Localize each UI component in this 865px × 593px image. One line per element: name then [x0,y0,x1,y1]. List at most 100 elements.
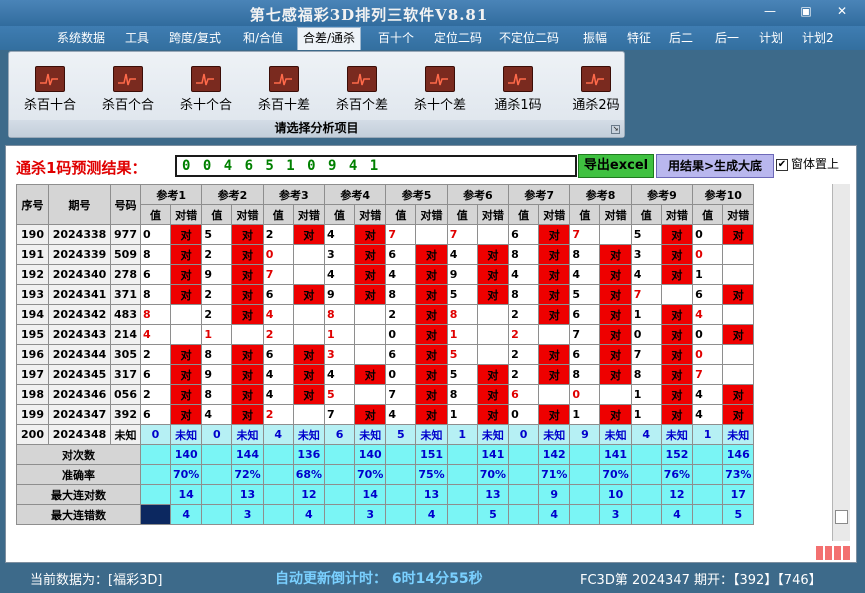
table-row[interactable]: 194 2024342 483 8 2 对 4 8 2 对 8 2 对 6 对 1 对 4 [16,304,755,325]
row-number: 278 [110,264,141,285]
menu-item[interactable]: 计划 [754,28,788,49]
ref-value: 5 [630,224,662,245]
ref-result [354,344,387,365]
ref-value: 4 [324,264,356,285]
table-row[interactable]: 197 2024345 317 6 对 9 对 4 对 4 对 0 对 5 对 2 对 8 对 8 对 7 [16,364,755,385]
ref-value: 5 [201,224,233,245]
ribbon-button[interactable]: 杀十个差 [405,66,475,113]
ribbon-button-label: 杀十个合 [179,98,232,113]
ribbon-button[interactable]: 杀百十合 [15,66,85,113]
table-row[interactable]: 192 2024340 278 6 对 9 对 7 4 对 4 对 9 对 4 对 4 对 4 对 1 [16,264,755,285]
menu-item[interactable]: 计划2 [797,28,839,49]
subheader-value: 值 [385,204,417,225]
vertical-scrollbar[interactable] [832,184,850,541]
menu-item[interactable]: 跨度/复式 [164,28,226,49]
ref-value: 4 [569,264,601,285]
menu-item[interactable]: 系统数据 [52,28,110,49]
ref-result: 对 [231,404,264,425]
stay-on-top-checkbox[interactable]: ✔ 窗体置上 [776,156,839,176]
close-button[interactable]: ✕ [832,2,852,20]
menu-item[interactable]: 不定位二码 [494,28,564,49]
stats-value: 72% [231,464,264,485]
ribbon-button[interactable]: 杀百个合 [93,66,163,113]
stats-value: 4 [169,504,203,525]
table-row[interactable]: 196 2024344 305 2 对 8 对 6 对 3 6 对 5 2 对 6 对 7 对 0 [16,344,755,365]
table-row[interactable]: 191 2024339 509 8 对 2 对 0 3 对 6 对 4 对 8 对 8 对 3 对 0 [16,244,755,265]
stats-value: 13 [476,484,510,505]
minimize-button[interactable]: — [760,2,780,20]
ref-result: 对 [660,404,694,425]
subheader-value: 值 [324,204,356,225]
menu-item[interactable]: 工具 [120,28,154,49]
next-period-row[interactable]: 200 2024348 未知 0 未知 0 未知 4 未知 6 未知 5 未知 1 未知 0 未知 9 未知 4 未知 1… [16,424,755,445]
menu-item[interactable]: 合差/通杀 [297,27,362,50]
chart-icon [347,66,377,92]
ref-result: 对 [415,404,448,425]
ref-value: 4 [508,264,540,285]
ref-value: 1 [692,424,724,445]
menu-item[interactable]: 定位二码 [429,28,487,49]
ref-result [354,304,387,325]
subheader-result: 对错 [169,204,203,225]
checkbox-check-icon[interactable]: ✔ [776,158,788,171]
ref-value: 7 [385,224,417,245]
table-row[interactable]: 199 2024347 392 6 对 4 对 2 7 对 4 对 1 对 0 对 1 对 1 对 4 对 [16,404,755,425]
table-row[interactable]: 198 2024346 056 2 对 8 对 4 对 5 7 对 8 对 6 0 1 对 4 对 [16,384,755,405]
header-ref: 参考3 [262,184,326,205]
countdown-label: 自动更新倒计时： 6时14分55秒 [275,571,483,587]
ref-result: 对 [660,304,694,325]
stats-value: 151 [415,444,448,465]
export-excel-button[interactable]: 导出excel [578,154,654,178]
ref-result [292,244,326,265]
scroll-thumb[interactable] [835,510,848,524]
ref-result: 对 [660,264,694,285]
ribbon-button-label: 杀十个差 [413,98,466,113]
row-period: 2024338 [48,224,111,245]
stats-row: 对次数 140 144 136 140 151 141 142 141 152 146 [16,444,755,465]
ref-result [660,284,694,305]
ref-result: 对 [599,324,632,345]
maximize-button[interactable]: ▣ [796,2,816,20]
ribbon-button[interactable]: 杀百十差 [249,66,319,113]
menu-item[interactable]: 后一 [710,28,744,49]
ref-result: 对 [660,344,694,365]
row-period: 2024342 [48,304,111,325]
ribbon-button[interactable]: 通杀1码 [483,66,553,113]
ref-result: 对 [231,384,264,405]
ribbon-button[interactable]: 通杀2码 [561,66,631,113]
ref-result: 对 [415,284,448,305]
stats-spacer [508,504,540,525]
ribbon-button[interactable]: 杀百个差 [327,66,397,113]
prediction-result-field[interactable]: 0 0 4 6 5 1 0 9 4 1 [175,155,577,177]
row-number: 未知 [110,424,141,445]
stats-value: 136 [292,444,326,465]
subheader-value: 值 [262,204,294,225]
menu-item[interactable]: 振幅 [578,28,612,49]
ref-result [476,324,510,345]
stats-spacer [569,464,601,485]
menu-item[interactable]: 后二 [664,28,698,49]
ref-value: 4 [692,304,724,325]
ref-value: 5 [324,384,356,405]
ribbon-expand-icon[interactable]: ↘ [611,125,620,134]
subheader-value: 值 [630,204,662,225]
generate-base-button[interactable]: 用结果>生成大底 [656,154,774,178]
table-row[interactable]: 193 2024341 371 8 对 2 对 6 对 9 对 8 对 5 对 8 对 5 对 7 6 对 [16,284,755,305]
ref-result: 对 [231,304,264,325]
ref-result: 对 [599,344,632,365]
menu-item[interactable]: 特征 [622,28,656,49]
stats-spacer [140,444,171,465]
stats-spacer [324,504,356,525]
ref-result: 对 [538,304,571,325]
ref-result: 对 [231,244,264,265]
ribbon-button[interactable]: 杀十个合 [171,66,241,113]
menu-item[interactable]: 和/合值 [238,28,288,49]
table-row[interactable]: 190 2024338 977 0 对 5 对 2 对 4 对 7 7 6 对 7 5 对 0 对 [16,224,755,245]
ref-value: 2 [262,324,294,345]
table-row[interactable]: 195 2024343 214 4 1 2 1 0 对 1 2 7 对 0 对 0 对 [16,324,755,345]
ref-result: 对 [231,284,264,305]
ref-result: 对 [354,244,387,265]
menu-item[interactable]: 百十个 [373,28,419,49]
ref-result [354,384,387,405]
ref-result [599,224,632,245]
